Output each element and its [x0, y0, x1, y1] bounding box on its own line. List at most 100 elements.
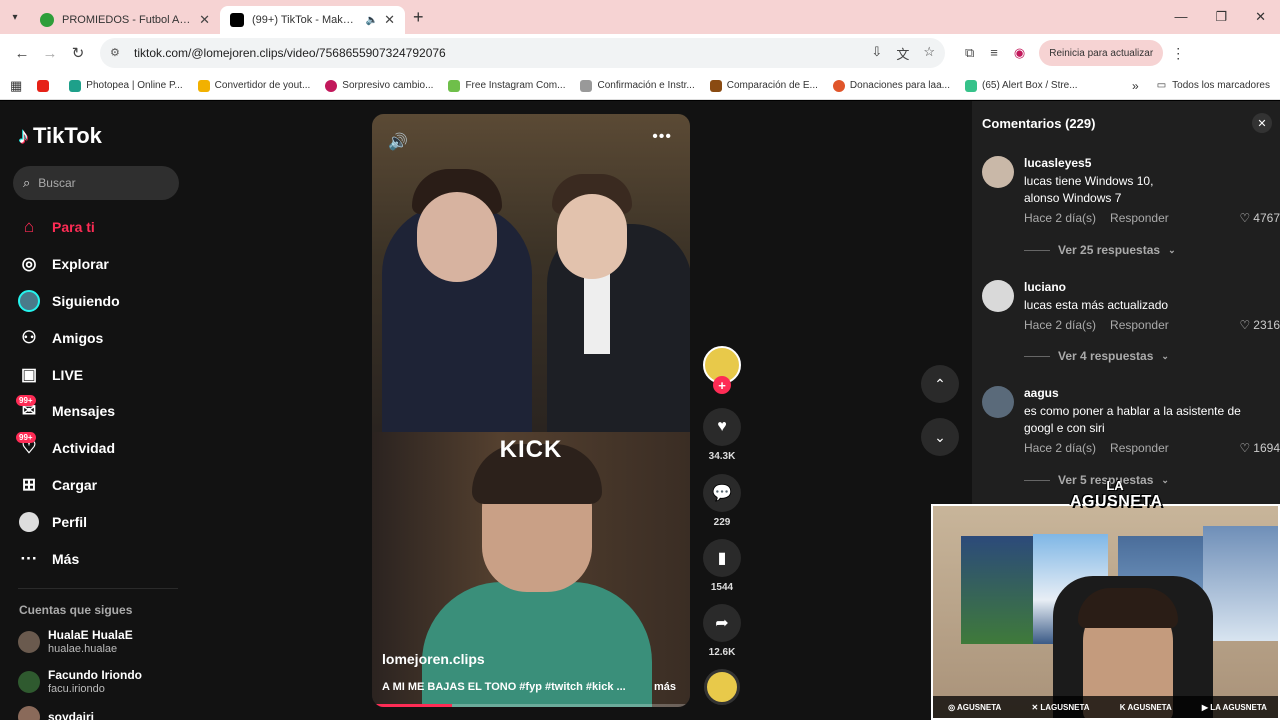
bookmark-item[interactable]: Confirmación e Instr...: [580, 79, 695, 92]
menu-item-siguiendo[interactable]: Siguiendo: [18, 283, 120, 320]
avatar[interactable]: [982, 280, 1014, 312]
url-text: tiktok.com/@lomejoren.clips/video/756865…: [134, 46, 446, 60]
compass-icon: ◎: [21, 254, 37, 274]
comment-text: lucas tiene Windows 10, alonso Windows 7: [1024, 174, 1154, 205]
comment-user[interactable]: aagus: [1024, 386, 1059, 400]
bookmark-item[interactable]: (65) Alert Box / Stre...: [964, 79, 1078, 92]
follow-plus-icon[interactable]: +: [713, 376, 731, 394]
media-control-icon[interactable]: ≡: [990, 45, 998, 61]
reload-icon[interactable]: ↻: [64, 44, 92, 62]
instagram-handle: ◎ AGUSNETA: [948, 702, 1002, 712]
close-comments-icon[interactable]: ✕: [1252, 113, 1272, 133]
menu-item-live[interactable]: ▣ LIVE: [18, 356, 120, 393]
relaunch-label: Reinicia para actualizar: [1049, 47, 1154, 59]
heart-outline-icon: ♡: [1239, 441, 1251, 455]
share-button[interactable]: ➦ 12.6K: [702, 604, 742, 658]
kick-watermark: KICK: [499, 436, 563, 463]
menu-item-mas[interactable]: ··· Más: [18, 540, 120, 577]
video-author[interactable]: lomejoren.clips: [382, 651, 485, 667]
search-input[interactable]: ⌕ Buscar: [13, 166, 179, 200]
menu-item-actividad[interactable]: ♡ 99+ Actividad: [16, 430, 120, 467]
view-replies-button[interactable]: Ver 4 respuestas ⌄: [1024, 349, 1169, 363]
video-progress-bar[interactable]: [372, 704, 690, 707]
browser-menu-icon[interactable]: ⋮: [1171, 45, 1185, 62]
video-player[interactable]: KICK 🔊 ••• lomejoren.clips A MI ME BAJAS…: [372, 114, 690, 707]
following-account[interactable]: HualaE HualaE hualae.hualae: [18, 628, 133, 656]
comment-like-button[interactable]: ♡ 1694: [1240, 441, 1280, 455]
bookmark-item[interactable]: Convertidor de yout...: [197, 79, 310, 92]
view-replies-button[interactable]: Ver 25 respuestas ⌄: [1024, 243, 1176, 257]
news-icon: [325, 79, 338, 92]
youtube-bookmark[interactable]: [37, 79, 54, 92]
tab-promiedos[interactable]: PROMIEDOS - Futbol Argentino ✕: [30, 6, 220, 34]
notification-badge: 99+: [16, 431, 36, 443]
chevron-down-icon: ⌄: [1161, 474, 1169, 485]
webcam-overlay: ◎ AGUSNETA ✕ LAGUSNETA K AGUSNETA ▶ LA A…: [931, 504, 1280, 720]
following-header: Cuentas que sigues: [19, 603, 133, 617]
next-video-button[interactable]: ⌄: [921, 418, 959, 456]
star-icon[interactable]: ☆: [923, 44, 935, 63]
logo-line1: LA: [1106, 478, 1124, 493]
avatar[interactable]: [982, 386, 1014, 418]
bookmark-item[interactable]: Sorpresivo cambio...: [325, 79, 433, 92]
new-tab-button[interactable]: +: [413, 7, 424, 28]
apps-grid-icon[interactable]: ▦: [10, 78, 22, 94]
video-more-icon[interactable]: •••: [652, 128, 672, 146]
install-app-icon[interactable]: ⇩: [871, 44, 882, 63]
tab-tiktok[interactable]: (99+) TikTok - Make Your Day 🔈 ✕: [220, 6, 405, 34]
forward-arrow-icon[interactable]: →: [36, 45, 64, 62]
following-account[interactable]: Facundo Iriondo facu.iriondo: [18, 668, 142, 696]
translate-icon[interactable]: 文: [896, 44, 909, 63]
following-account[interactable]: soydairi: [18, 706, 94, 720]
bookmark-item[interactable]: Free Instagram Com...: [448, 79, 565, 92]
menu-item-perfil[interactable]: Perfil: [18, 503, 120, 540]
comment-user[interactable]: luciano: [1024, 280, 1066, 294]
profile-icon[interactable]: ◉: [1014, 45, 1025, 61]
site-info-icon[interactable]: ⚙: [110, 46, 124, 60]
menu-item-amigos[interactable]: ⚇ Amigos: [18, 319, 120, 356]
account-name: soydairi: [48, 710, 95, 720]
comment-like-button[interactable]: ♡ 4767: [1240, 211, 1280, 225]
close-window-icon[interactable]: ✕: [1255, 9, 1266, 25]
menu-item-para-ti[interactable]: ⌂ Para ti: [18, 209, 120, 246]
menu-item-cargar[interactable]: ⊞ Cargar: [18, 467, 120, 504]
sidebar-divider: [18, 588, 178, 589]
bookmark-label: Confirmación e Instr...: [597, 80, 695, 91]
extensions-puzzle-icon[interactable]: ⧉: [965, 45, 974, 61]
relaunch-button[interactable]: Reinicia para actualizar: [1039, 40, 1164, 66]
tiktok-logo[interactable]: ♪ TikTok: [18, 123, 102, 149]
volume-icon[interactable]: 🔊: [388, 132, 408, 152]
caption-more-link[interactable]: más: [654, 681, 676, 693]
speaker-icon[interactable]: 🔈: [366, 15, 378, 26]
close-tab-icon[interactable]: ✕: [384, 12, 395, 28]
live-icon: ▣: [20, 364, 38, 384]
folder-icon: ▭: [1156, 80, 1167, 91]
previous-video-button[interactable]: ⌃: [921, 365, 959, 403]
comment-like-button[interactable]: ♡ 2316: [1240, 318, 1280, 332]
music-disc-icon[interactable]: [704, 669, 740, 705]
comment-button[interactable]: 💬 229: [702, 474, 742, 528]
reply-link[interactable]: Responder: [1110, 318, 1169, 332]
comment-user[interactable]: lucasleyes5: [1024, 156, 1091, 170]
bookmark-item[interactable]: Donaciones para laa...: [832, 79, 950, 92]
menu-label: Cargar: [52, 476, 98, 493]
reply-link[interactable]: Responder: [1110, 441, 1169, 455]
like-count: 34.3K: [708, 451, 736, 462]
menu-item-mensajes[interactable]: ✉ 99+ Mensajes: [16, 393, 120, 430]
more-bookmarks-icon[interactable]: »: [1132, 79, 1139, 93]
close-tab-icon[interactable]: ✕: [199, 12, 210, 28]
back-arrow-icon[interactable]: ←: [8, 45, 36, 62]
menu-item-explorar[interactable]: ◎ Explorar: [18, 246, 120, 283]
save-button[interactable]: ▮ 1544: [702, 539, 742, 593]
minimize-icon[interactable]: —: [1174, 9, 1187, 25]
like-button[interactable]: ♥ 34.3K: [702, 408, 742, 462]
reply-link[interactable]: Responder: [1110, 211, 1169, 225]
bookmark-item[interactable]: Comparación de E...: [709, 79, 818, 92]
avatar[interactable]: [982, 156, 1014, 188]
tab-search-button[interactable]: ▾: [0, 0, 30, 34]
all-bookmarks-button[interactable]: ▭ Todos los marcadores: [1157, 80, 1270, 91]
tab-title: PROMIEDOS - Futbol Argentino: [62, 14, 194, 26]
url-bar[interactable]: ⚙ tiktok.com/@lomejoren.clips/video/7568…: [100, 38, 945, 68]
bookmark-item[interactable]: Photopea | Online P...: [69, 79, 183, 92]
restore-icon[interactable]: ❐: [1215, 9, 1227, 25]
